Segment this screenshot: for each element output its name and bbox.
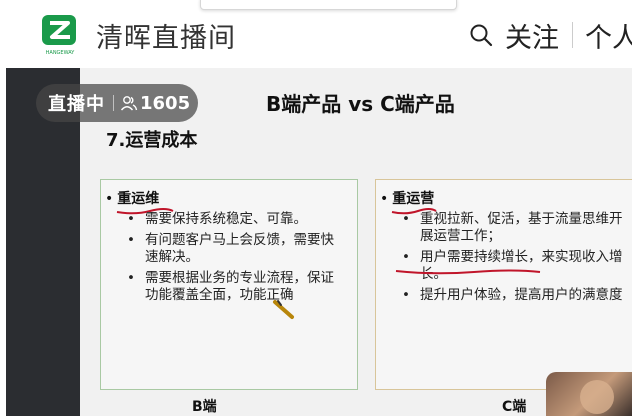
search-icon[interactable] bbox=[468, 22, 494, 48]
list-item: 提升用户体验，提高用户的满意度 bbox=[400, 287, 632, 304]
c-bullet-list: 重视拉新、促活，基于流量思维开展运营工作； 用户需要持续增长，来实现收入增长。 … bbox=[400, 211, 632, 308]
top-popup-edge bbox=[200, 0, 457, 10]
list-item: 需要保持系统稳定、可靠。 bbox=[125, 211, 345, 228]
live-status-text: 直播中 bbox=[48, 94, 105, 115]
pen-cursor-icon bbox=[273, 300, 294, 319]
b-heading-text: 重运维 bbox=[117, 191, 160, 207]
app-header: HANGEWAY 清晖直播间 关注 个人 bbox=[0, 0, 632, 68]
c-caption: C端 bbox=[502, 399, 527, 415]
b-side-box: •重运维 需要保持系统稳定、可靠。 有问题客户马上会反馈，需要快速解决。 需要根… bbox=[100, 179, 358, 390]
svg-text:HANGEWAY: HANGEWAY bbox=[46, 50, 76, 56]
b-caption: B端 bbox=[192, 399, 217, 415]
live-status-badge: 直播中 1605 bbox=[36, 84, 198, 122]
app-logo: HANGEWAY bbox=[42, 15, 76, 56]
personal-center-link[interactable]: 个人 bbox=[585, 16, 632, 55]
b-bullet-list: 需要保持系统稳定、可靠。 有问题客户马上会反馈，需要快速解决。 需要根据业务的专… bbox=[125, 211, 345, 308]
b-heading: • 重运维 bbox=[105, 191, 160, 207]
red-underline-mark bbox=[395, 269, 541, 275]
slide-title: B端产品 vs C端产品 bbox=[266, 92, 455, 116]
user-group-icon bbox=[120, 96, 138, 111]
follow-button[interactable]: 关注 bbox=[505, 16, 559, 55]
list-item: 用户需要持续增长，来实现收入增长。 bbox=[400, 249, 632, 283]
c-heading-text: 重运营 bbox=[392, 191, 435, 207]
badge-separator bbox=[113, 95, 114, 111]
list-item: 重视拉新、促活，基于流量思维开展运营工作； bbox=[400, 211, 632, 245]
section-title: 7.运营成本 bbox=[106, 130, 198, 151]
list-item: 需要根据业务的专业流程，保证功能覆盖全面，功能正确 bbox=[125, 270, 345, 304]
camera-thumbnail[interactable] bbox=[546, 372, 632, 416]
c-side-box: •重运营 重视拉新、促活，基于流量思维开展运营工作； 用户需要持续增长，来实现收… bbox=[375, 179, 632, 390]
viewer-count: 1605 bbox=[140, 92, 191, 114]
page-title: 清晖直播间 bbox=[96, 23, 236, 54]
c-heading: • 重运营 bbox=[380, 191, 435, 207]
list-item: 有问题客户马上会反馈，需要快速解决。 bbox=[125, 232, 345, 266]
header-divider bbox=[572, 22, 573, 48]
